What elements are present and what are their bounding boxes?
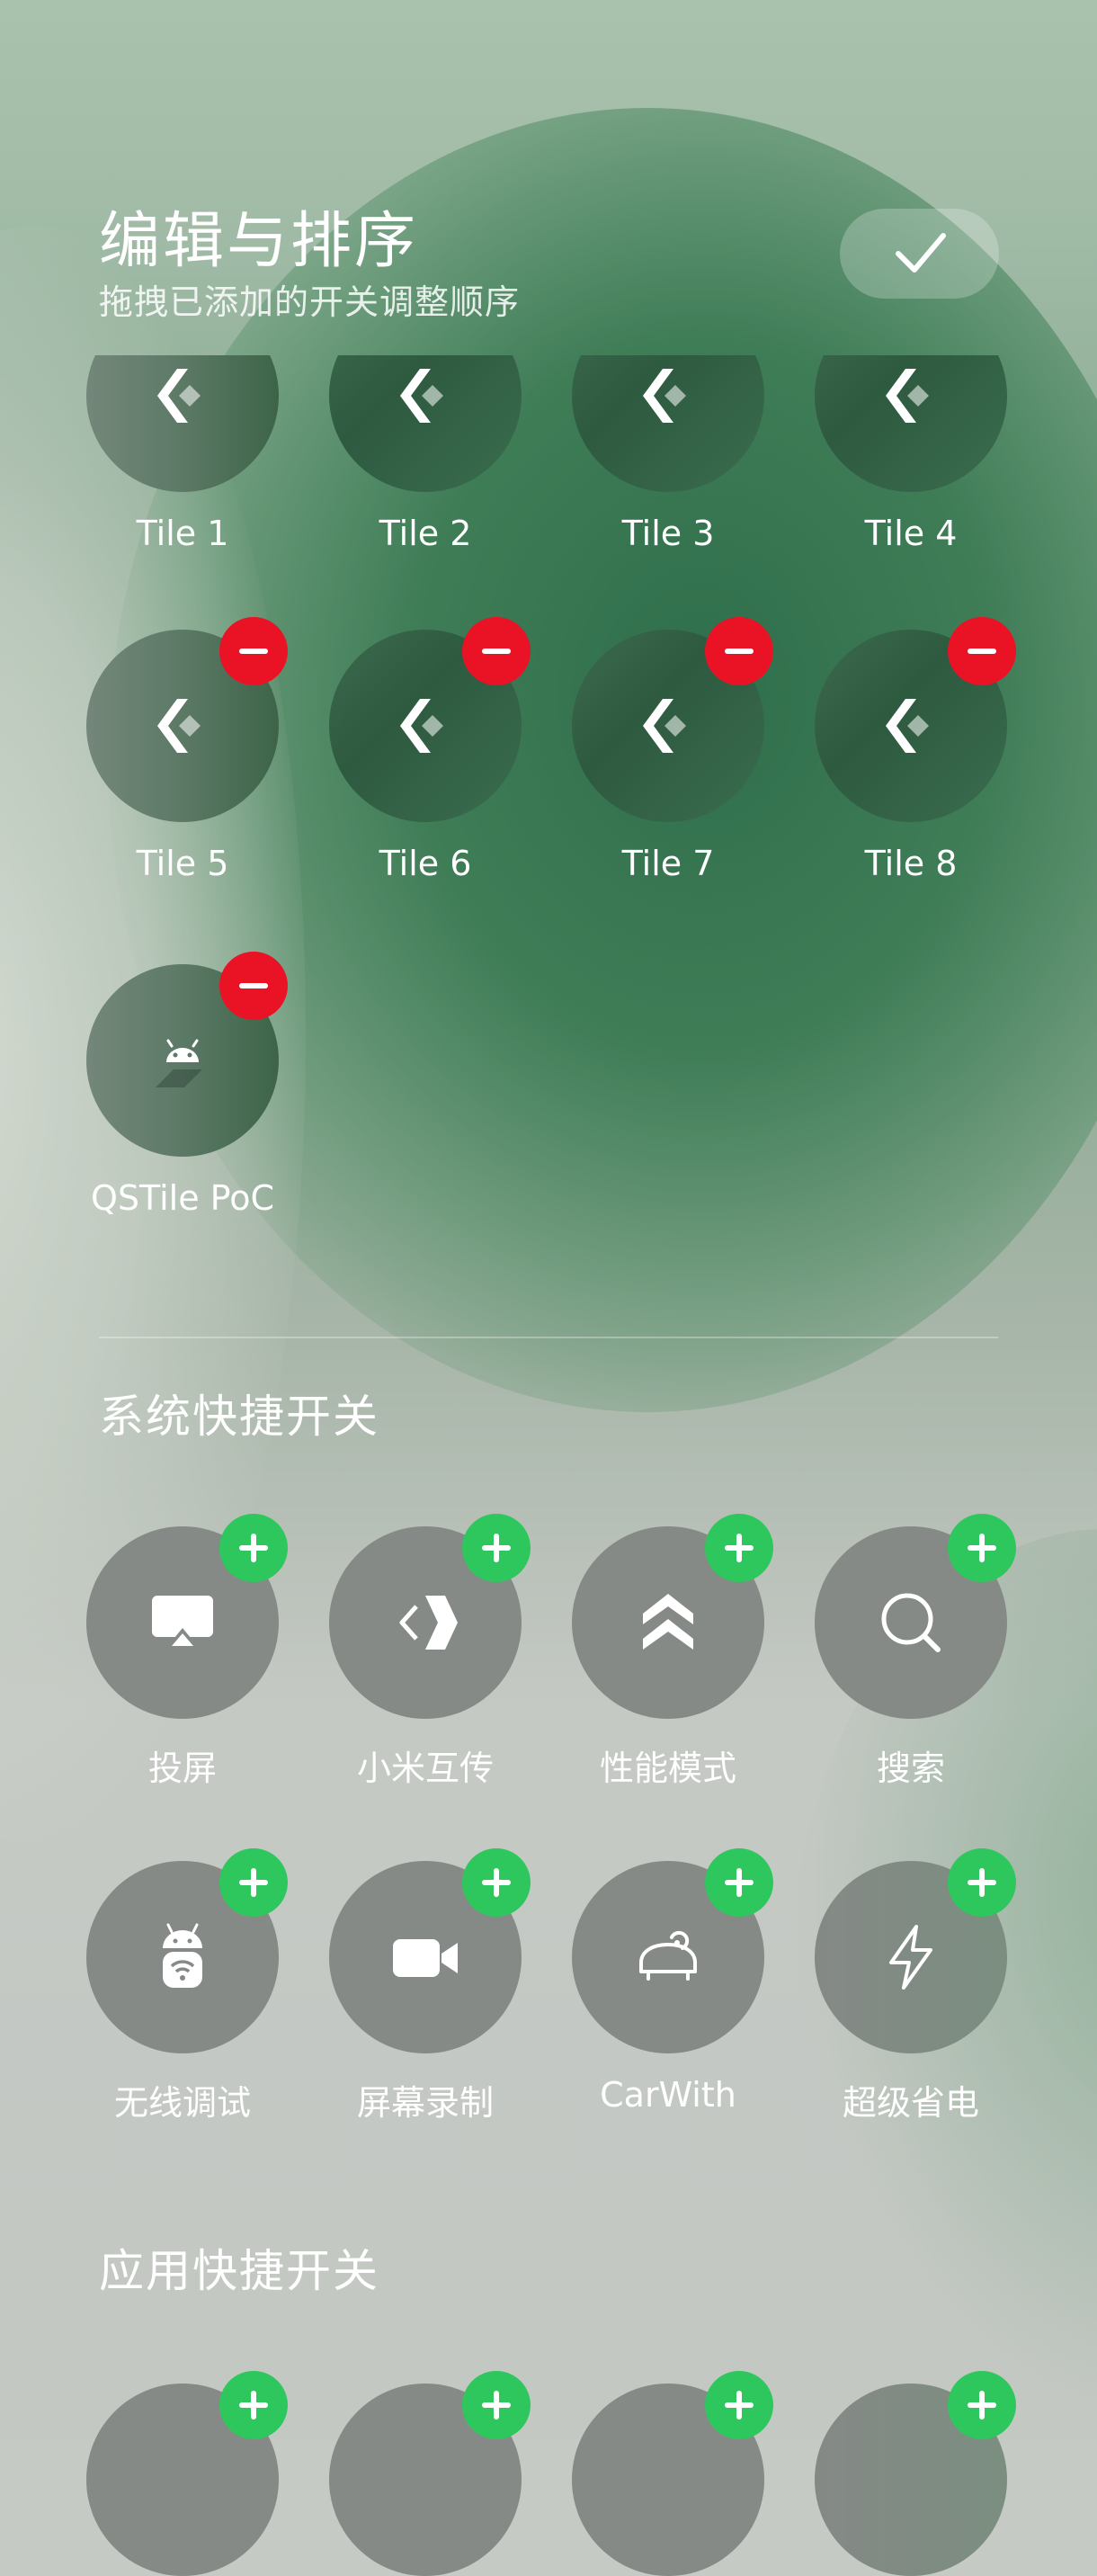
add-tile-button[interactable]: [948, 2371, 1016, 2439]
tile-label: 屏幕录制: [356, 2083, 494, 2123]
plus-icon: [968, 2391, 996, 2419]
tile-label: Tile 4: [864, 514, 958, 553]
plus-icon: [239, 1534, 268, 1562]
kde-connect-icon: [400, 369, 443, 423]
tile-label: 性能模式: [599, 1749, 736, 1788]
tile-label: 无线调试: [113, 2083, 251, 2123]
tile-label: Tile 3: [621, 514, 715, 553]
add-tile-button[interactable]: [462, 2371, 531, 2439]
kde-connect-icon: [157, 369, 201, 423]
tile-label: Tile 1: [136, 514, 229, 553]
page-title: 编辑与排序: [99, 206, 419, 277]
kde-connect-icon: [886, 699, 929, 753]
tile-label: Tile 8: [864, 844, 958, 883]
add-tile-button[interactable]: [705, 1848, 773, 1917]
tile-label: 超级省电: [842, 2083, 979, 2123]
add-tile-button[interactable]: [462, 1848, 531, 1917]
remove-tile-button[interactable]: [219, 952, 288, 1020]
kde-connect-icon: [886, 369, 929, 423]
plus-icon: [725, 1534, 754, 1562]
carwith-icon: [639, 1930, 697, 1981]
tile-button[interactable]: [329, 355, 522, 492]
android-icon: [156, 1039, 202, 1087]
screen-record-icon: [393, 1939, 458, 1977]
confirm-button[interactable]: [840, 209, 999, 299]
plus-icon: [239, 2391, 268, 2419]
tile-label: Tile 7: [621, 844, 715, 883]
minus-icon: [482, 648, 511, 654]
page-subtitle: 拖拽已添加的开关调整顺序: [99, 282, 521, 322]
plus-icon: [239, 1868, 268, 1897]
tile-button[interactable]: [86, 355, 279, 492]
add-tile-button[interactable]: [948, 1514, 1016, 1582]
add-tile-button[interactable]: [219, 2371, 288, 2439]
mi-share-icon: [399, 1596, 458, 1650]
add-tile-button[interactable]: [462, 1514, 531, 1582]
minus-icon: [239, 648, 268, 654]
minus-icon: [968, 648, 996, 654]
plus-icon: [968, 1868, 996, 1897]
kde-connect-icon: [643, 369, 686, 423]
kde-connect-icon: [400, 699, 443, 753]
add-tile-button[interactable]: [219, 1848, 288, 1917]
tile-label: Tile 5: [136, 844, 229, 883]
tile-label: 小米互传: [356, 1749, 494, 1788]
plus-icon: [725, 2391, 754, 2419]
add-tile-button[interactable]: [219, 1514, 288, 1582]
tile-label: CarWith: [600, 2075, 736, 2115]
minus-icon: [239, 983, 268, 988]
tile-label: Tile 2: [379, 514, 472, 553]
add-tile-button[interactable]: [705, 2371, 773, 2439]
remove-tile-button[interactable]: [462, 617, 531, 685]
tile-button[interactable]: [815, 355, 1007, 492]
tile-button[interactable]: [572, 355, 764, 492]
tile-label: 搜索: [876, 1749, 945, 1788]
search-icon: [881, 1593, 941, 1652]
tile-label: QSTile PoC: [91, 1178, 274, 1218]
plus-icon: [482, 1534, 511, 1562]
added-tiles-grid[interactable]: Tile 1 Tile 2 Tile 3 Tile 4 Tile 5 Tile …: [0, 355, 1097, 1390]
add-tile-button[interactable]: [705, 1514, 773, 1582]
minus-icon: [725, 648, 754, 654]
plus-icon: [725, 1868, 754, 1897]
plus-icon: [482, 2391, 511, 2419]
wireless-debug-icon: [163, 1923, 202, 1988]
remove-tile-button[interactable]: [948, 617, 1016, 685]
power-save-icon: [889, 1925, 932, 1990]
tile-label: Tile 6: [379, 844, 472, 883]
remove-tile-button[interactable]: [705, 617, 773, 685]
remove-tile-button[interactable]: [219, 617, 288, 685]
app-section-title: 应用快捷开关: [99, 2245, 379, 2297]
system-section-title: 系统快捷开关: [99, 1391, 379, 1443]
plus-icon: [968, 1534, 996, 1562]
kde-connect-icon: [157, 699, 201, 753]
tile-label: 投屏: [147, 1749, 217, 1788]
kde-connect-icon: [643, 699, 686, 753]
plus-icon: [482, 1868, 511, 1897]
section-divider: [99, 1337, 998, 1338]
performance-mode-icon: [643, 1594, 693, 1650]
checkmark-icon: [895, 233, 946, 273]
add-tile-button[interactable]: [948, 1848, 1016, 1917]
cast-screen-icon: [152, 1596, 213, 1648]
